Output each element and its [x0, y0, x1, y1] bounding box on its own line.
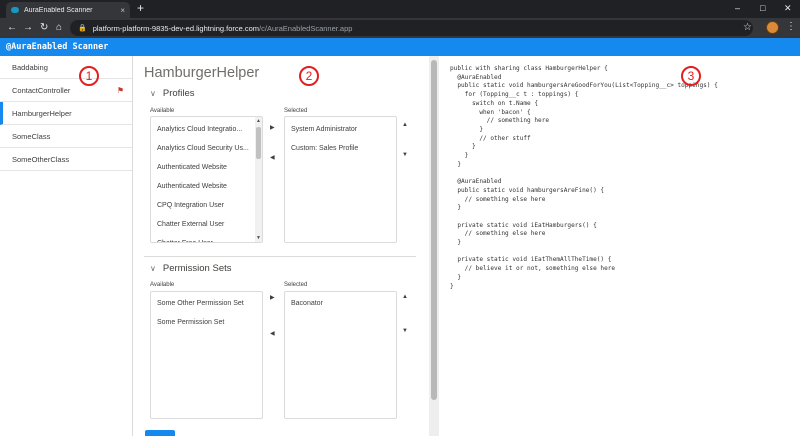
class-sidebar: Baddabing ContactController ⚑ HamburgerH… — [0, 56, 133, 436]
profiles-list-scrollbar[interactable]: ▲ ▼ — [255, 117, 262, 242]
sidebar-item-baddabing[interactable]: Baddabing — [0, 56, 132, 79]
salesforce-cloud-icon — [11, 7, 19, 13]
annotation-marker-2: 2 — [299, 66, 319, 86]
profiles-section-header[interactable]: ∨ Profiles — [150, 88, 195, 99]
tab-title: AuraEnabled Scanner — [24, 6, 93, 14]
permission-sets-section-header[interactable]: ∨ Permission Sets — [150, 263, 232, 274]
permsets-selected-label: Selected — [284, 282, 308, 288]
lock-icon[interactable]: 🔒 — [78, 24, 87, 32]
move-right-button[interactable]: ▶ — [270, 124, 275, 131]
move-right-button[interactable]: ▶ — [270, 294, 275, 301]
browser-toolbar: ← → ↻ ⌂ 🔒 platform-platform-9835-dev-ed.… — [0, 18, 800, 38]
chevron-down-icon: ∨ — [150, 89, 156, 98]
url-domain: platform-platform-9835-dev-ed.lightning.… — [92, 23, 260, 33]
sidebar-item-label: ContactController — [12, 86, 71, 95]
browser-menu-icon[interactable]: ⋮ — [786, 21, 796, 33]
move-down-button[interactable]: ▼ — [402, 152, 408, 158]
list-item[interactable]: Chatter Free User — [151, 234, 262, 242]
move-down-button[interactable]: ▼ — [402, 328, 408, 334]
sidebar-item-contactcontroller[interactable]: ContactController ⚑ — [0, 79, 132, 102]
profiles-available-label: Available — [150, 108, 175, 114]
permsets-available-list[interactable]: Some Other Permission Set Some Permissio… — [150, 291, 263, 419]
list-item[interactable]: Some Permission Set — [151, 313, 262, 332]
home-icon[interactable]: ⌂ — [56, 21, 62, 35]
scroll-down-icon[interactable]: ▼ — [256, 235, 261, 241]
profiles-selected-label: Selected — [284, 108, 308, 114]
class-detail-panel: HamburgerHelper ∨ Profiles Available Sel… — [133, 56, 429, 436]
list-item[interactable]: CPQ Integration User — [151, 196, 262, 215]
flag-icon: ⚑ — [116, 86, 124, 95]
url-path: /c/AuraEnabledScanner.app — [259, 23, 353, 33]
scrollbar-thumb[interactable] — [256, 127, 261, 159]
close-tab-icon[interactable]: × — [120, 6, 125, 15]
list-item[interactable]: Baconator — [285, 294, 396, 313]
maximize-icon[interactable]: □ — [760, 2, 765, 14]
list-item[interactable]: System Administrator — [285, 120, 396, 139]
profiles-available-list[interactable]: Analytics Cloud Integratio... Analytics … — [150, 116, 263, 243]
class-title: HamburgerHelper — [144, 65, 260, 81]
list-item[interactable]: Chatter External User — [151, 215, 262, 234]
sidebar-item-hamburgerhelper[interactable]: HamburgerHelper — [0, 102, 132, 125]
profile-avatar[interactable] — [766, 21, 779, 34]
list-item[interactable]: Authenticated Website — [151, 158, 262, 177]
move-up-button[interactable]: ▲ — [402, 294, 408, 300]
scrollbar-thumb[interactable] — [431, 60, 437, 400]
move-left-button[interactable]: ◀ — [270, 154, 275, 161]
new-tab-button[interactable]: + — [137, 1, 144, 15]
permission-sets-title: Permission Sets — [162, 263, 232, 274]
list-item[interactable]: Some Other Permission Set — [151, 294, 262, 313]
address-bar[interactable]: 🔒 platform-platform-9835-dev-ed.lightnin… — [70, 20, 753, 36]
reload-icon[interactable]: ↻ — [40, 21, 48, 35]
profiles-selected-list[interactable]: System Administrator Custom: Sales Profi… — [284, 116, 397, 243]
annotation-marker-1: 1 — [79, 66, 99, 86]
chevron-down-icon: ∨ — [150, 264, 156, 273]
browser-tab[interactable]: AuraEnabled Scanner × — [6, 2, 130, 18]
move-up-button[interactable]: ▲ — [402, 122, 408, 128]
move-left-button[interactable]: ◀ — [270, 330, 275, 337]
bookmark-star-icon[interactable]: ☆ — [743, 22, 752, 33]
forward-icon[interactable]: → — [23, 21, 33, 35]
sidebar-item-someclass[interactable]: SomeClass — [0, 125, 132, 148]
back-icon[interactable]: ← — [7, 21, 17, 35]
annotation-marker-3: 3 — [681, 66, 701, 86]
save-button[interactable] — [145, 430, 175, 436]
list-item[interactable]: Analytics Cloud Security Us... — [151, 139, 262, 158]
list-item[interactable]: Analytics Cloud Integratio... — [151, 120, 262, 139]
list-item[interactable]: Custom: Sales Profile — [285, 139, 396, 158]
permsets-available-label: Available — [150, 282, 175, 288]
minimize-icon[interactable]: – — [735, 2, 740, 14]
close-window-icon[interactable]: ✕ — [784, 2, 792, 14]
section-divider — [144, 256, 416, 257]
app-header: @AuraEnabled Scanner — [0, 38, 800, 56]
panel-scrollbar[interactable] — [429, 56, 439, 436]
list-item[interactable]: Authenticated Website — [151, 177, 262, 196]
profiles-title: Profiles — [162, 88, 195, 99]
apex-source-code: public with sharing class HamburgerHelpe… — [440, 56, 800, 436]
sidebar-item-someotherclass[interactable]: SomeOtherClass — [0, 148, 132, 171]
scroll-up-icon[interactable]: ▲ — [256, 118, 261, 124]
permsets-selected-list[interactable]: Baconator — [284, 291, 397, 419]
browser-tab-bar: AuraEnabled Scanner × + – □ ✕ — [0, 0, 800, 18]
